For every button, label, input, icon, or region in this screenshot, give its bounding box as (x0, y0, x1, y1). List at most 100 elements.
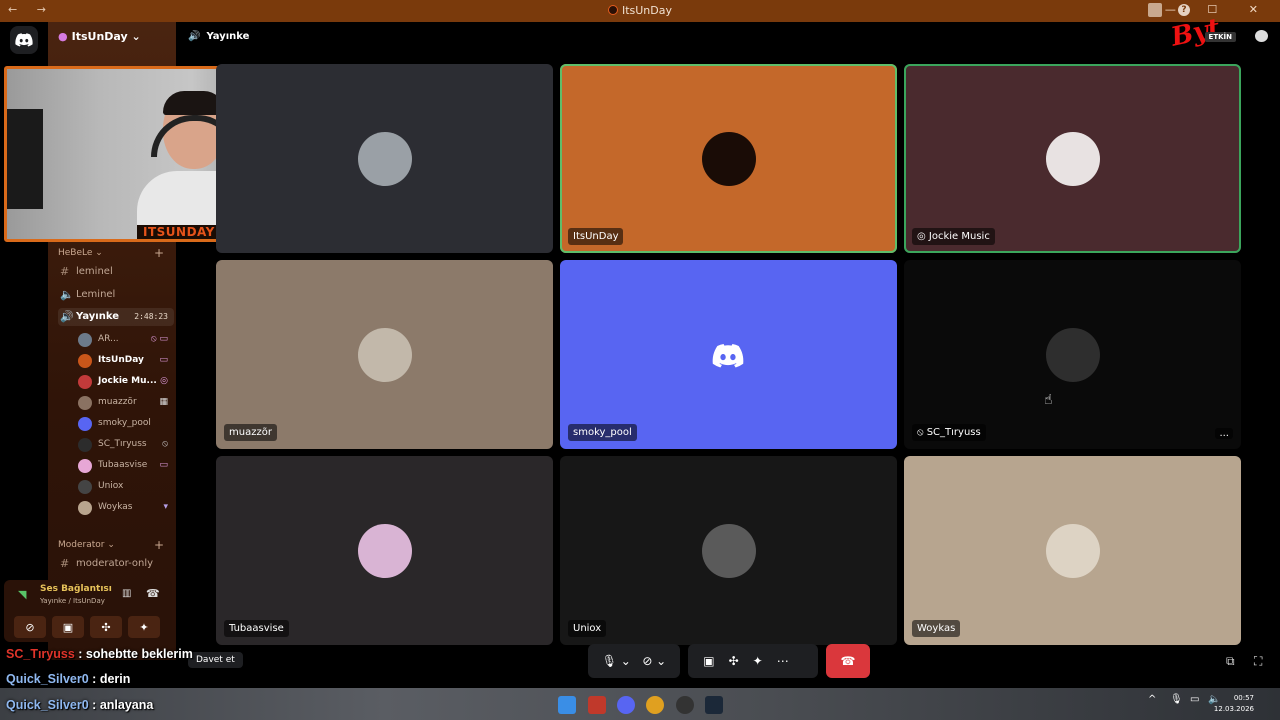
participant-name: smoky_pool (568, 424, 637, 441)
screen-share-button[interactable]: ▣ (52, 616, 84, 638)
activities-button[interactable]: ✣ (90, 616, 122, 638)
channel-label: moderator-only (76, 558, 154, 569)
chat-icon[interactable] (1255, 30, 1268, 42)
chat-text: anlayana (99, 698, 154, 712)
chat-user: Quick_Silver0 (6, 698, 89, 712)
participant-tile[interactable]: Uniox (560, 456, 897, 645)
steam-icon[interactable] (705, 696, 723, 714)
participant-name: muazzõr (224, 424, 277, 441)
participant-tile[interactable]: smoky_pool (560, 260, 897, 449)
participant-avatar (357, 523, 412, 578)
add-channel-icon[interactable]: + (154, 538, 164, 552)
disconnect-icon[interactable]: ☎ (146, 587, 160, 600)
network-icon[interactable]: ▭ (1190, 694, 1199, 705)
news-icon[interactable] (588, 696, 606, 714)
channel-moderator-only[interactable]: # moderator-only (58, 555, 174, 573)
obs-icon[interactable] (676, 696, 694, 714)
participant-tile[interactable]: ⦸ SC_Tıryuss... (904, 260, 1241, 449)
chat-user: SC_Tıryuss (6, 647, 75, 661)
avatar (78, 438, 92, 452)
fullscreen-icon[interactable]: ⛶ (1254, 654, 1262, 669)
category-moderator[interactable]: Moderator ⌄ + (58, 538, 164, 552)
discord-logo-icon (15, 33, 33, 47)
popout-icon[interactable]: ⧉ (1226, 654, 1235, 669)
window-controls[interactable]: — ☐ ✕ (1165, 3, 1272, 16)
participant-name-text: Jockie Music (928, 231, 990, 242)
muted-icon: ⦸ (162, 439, 168, 449)
noise-suppression-icon[interactable]: ▥ (122, 588, 131, 599)
avatar (78, 480, 92, 494)
discord-taskbar-icon[interactable] (617, 696, 635, 714)
status-icons: ⦸ ▭ (150, 334, 168, 344)
chat-user: Quick_Silver0 (6, 672, 89, 686)
participant-tile[interactable]: ◎ Jockie Music (904, 64, 1241, 253)
invite-button[interactable]: Davet et (188, 652, 243, 668)
channel-yayinke-voice[interactable]: 🔊 Yayınke 2:48:23 (58, 308, 174, 326)
disconnect-button[interactable]: ☎ (826, 644, 870, 678)
stream-chat-message: SC_Tıryuss : sohebtte beklerim (6, 647, 193, 661)
microphone-button[interactable]: 🎙 ⌄ (602, 654, 631, 668)
taskbar-clock[interactable]: 00:57 12.03.2026 (1214, 693, 1254, 715)
activities-icon[interactable]: ✣ (729, 654, 753, 668)
signal-icon: ◥ (18, 588, 27, 601)
speaker-icon: 🔈 (60, 288, 74, 301)
channel-leminel-voice[interactable]: 🔈 Leminel (58, 286, 174, 304)
pc-case (7, 109, 43, 209)
active-badge[interactable]: ETKİN (1204, 32, 1236, 42)
tray-chevron-icon[interactable]: ^ (1148, 694, 1156, 705)
chrome-icon[interactable] (646, 696, 664, 714)
voice-member[interactable]: muazzõr ▦ (78, 394, 168, 412)
add-channel-icon[interactable]: + (154, 246, 164, 260)
voice-member[interactable]: AR... ⦸ ▭ (78, 331, 168, 349)
discord-home-button[interactable] (10, 26, 38, 54)
clock-date: 12.03.2026 (1213, 705, 1254, 713)
voice-member[interactable]: Uniox (78, 478, 168, 496)
more-icon[interactable]: ⋯ (777, 654, 803, 668)
voice-member[interactable]: SC_Tıryuss ⦸ (78, 436, 168, 454)
participant-name: Woykas (912, 620, 961, 637)
voice-member[interactable]: ItsUnDay ▭ (78, 352, 168, 370)
participant-tile[interactable]: Tubaasvise (216, 456, 553, 645)
soundboard-button[interactable]: ✦ (128, 616, 160, 638)
participant-tile[interactable]: Woykas (904, 456, 1241, 645)
participant-tile[interactable]: muazzõr (216, 260, 553, 449)
participant-name: ItsUnDay (568, 228, 624, 245)
soundboard-icon[interactable]: ✦ (753, 654, 777, 668)
chat-separator: : (88, 698, 100, 712)
category-hebele[interactable]: HeBeLe ⌄ + (58, 246, 164, 260)
member-name: smoky_pool (98, 418, 151, 428)
chat-separator: : (74, 647, 86, 661)
window-title-wrap: ItsUnDay (0, 4, 1280, 17)
avatar (78, 375, 92, 389)
webcam-label: ITSUNDAY (137, 225, 221, 239)
channel-timer: 2:48:23 (134, 312, 168, 321)
inbox-icon[interactable] (1148, 3, 1162, 17)
channel-label: Yayınke (76, 311, 119, 322)
channel-leminel-text[interactable]: # leminel (58, 263, 174, 281)
participant-tile[interactable]: ItsUnDay (560, 64, 897, 253)
member-name: Tubaasvise (98, 460, 148, 470)
start-icon[interactable] (558, 696, 576, 714)
stream-chat-message: Quick_Silver0 : anlayana (6, 698, 153, 712)
screen-share-icon[interactable]: ▣ (703, 654, 728, 668)
member-name: Jockie Mu... (98, 376, 157, 386)
server-header[interactable]: ● ItsUnDay ⌄ (48, 22, 176, 52)
headphones-icon: ◎ (160, 376, 168, 386)
participant-tile[interactable] (216, 64, 553, 253)
channel-label: Leminel (76, 289, 116, 300)
window-title: ItsUnDay (621, 4, 673, 17)
voice-member[interactable]: Jockie Mu... ◎ (78, 373, 168, 391)
more-options-button[interactable]: ... (1215, 428, 1233, 439)
member-name: muazzõr (98, 397, 137, 407)
mic-tray-icon[interactable]: 🎙 (1170, 694, 1183, 705)
camera-off-button[interactable]: ⊘ ⌄ (642, 654, 666, 668)
member-name: SC_Tıryuss (98, 439, 147, 449)
camera-button[interactable]: ⊘ (14, 616, 46, 638)
voice-member[interactable]: Tubaasvise ▭ (78, 457, 168, 475)
chat-text: sohebtte beklerim (85, 647, 193, 661)
participant-avatar (357, 327, 412, 382)
voice-member[interactable]: smoky_pool (78, 415, 168, 433)
discord-logo-icon (712, 344, 744, 372)
voice-member[interactable]: Woykas ▾ (78, 499, 168, 517)
participant-avatar (357, 131, 412, 186)
